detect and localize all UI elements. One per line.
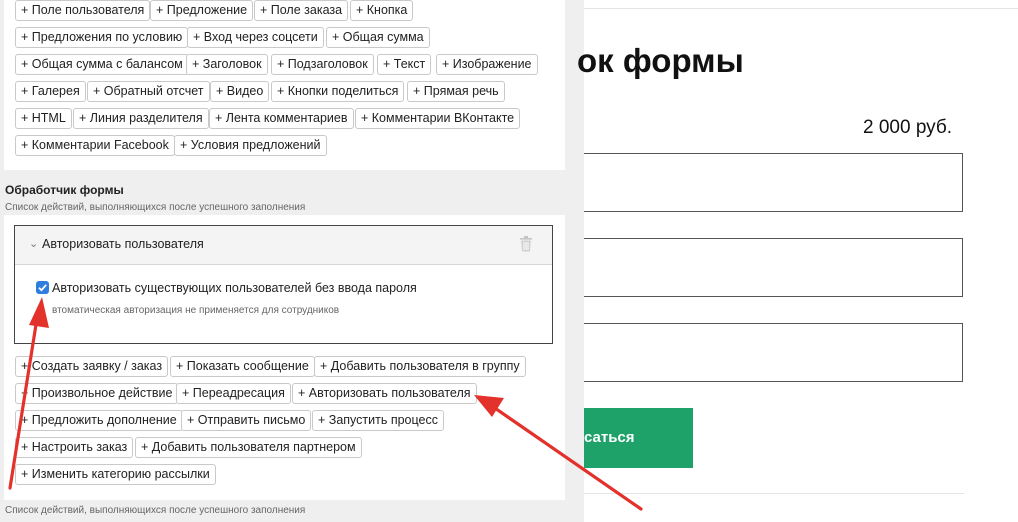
- form-preview-input-3[interactable]: [584, 323, 963, 382]
- form-handler-subtitle: Список действий, выполняющихся после усп…: [5, 202, 306, 213]
- add-social-login-button[interactable]: + Вход через соцсети: [187, 27, 324, 48]
- add-total-sum-button[interactable]: + Общая сумма: [326, 27, 430, 48]
- form-handler-title: Обработчик формы: [5, 183, 124, 197]
- preview-bottom-divider: [584, 493, 964, 494]
- add-html-button[interactable]: + HTML: [15, 108, 72, 129]
- add-offer-button[interactable]: + Предложение: [150, 0, 254, 21]
- form-preview-input-2[interactable]: [584, 238, 963, 297]
- add-send-email-action-button[interactable]: + Отправить письмо: [181, 410, 312, 431]
- add-offer-conditions-button[interactable]: + Условия предложений: [174, 135, 327, 156]
- add-text-button[interactable]: + Текст: [377, 54, 432, 75]
- form-preview-input-1[interactable]: [584, 153, 963, 212]
- add-show-message-action-button[interactable]: + Показать сообщение: [170, 356, 315, 377]
- add-start-process-action-button[interactable]: + Запустить процесс: [312, 410, 444, 431]
- add-gallery-button[interactable]: + Галерея: [15, 81, 86, 102]
- action-card-header[interactable]: ⌄ Авторизовать пользователя: [15, 226, 552, 265]
- action-card-title: Авторизовать пользователя: [42, 237, 204, 251]
- form-preview-submit-button[interactable]: саться: [584, 408, 693, 468]
- add-total-with-balance-button[interactable]: + Общая сумма с балансом: [15, 54, 189, 75]
- add-configure-order-action-button[interactable]: + Настроить заказ: [15, 437, 134, 458]
- trash-icon[interactable]: [519, 236, 533, 252]
- add-facebook-comments-button[interactable]: + Комментарии Facebook: [15, 135, 175, 156]
- add-subheading-button[interactable]: + Подзаголовок: [271, 54, 374, 75]
- checkmark-icon: [38, 284, 47, 292]
- add-share-buttons-button[interactable]: + Кнопки поделиться: [271, 81, 405, 102]
- add-quote-button[interactable]: + Прямая речь: [407, 81, 505, 102]
- authorize-without-password-checkbox[interactable]: [36, 281, 49, 294]
- add-partner-user-action-button[interactable]: + Добавить пользователя партнером: [135, 437, 362, 458]
- action-card-authorize: ⌄ Авторизовать пользователя Авторизовать…: [14, 225, 553, 344]
- add-heading-button[interactable]: + Заголовок: [186, 54, 268, 75]
- form-preview-price: 2 000 руб.: [863, 117, 953, 138]
- preview-top-divider: [584, 8, 1018, 9]
- add-user-field-button[interactable]: + Поле пользователя: [15, 0, 151, 21]
- form-editor-panel: + Поле пользователя + Предложение + Поле…: [0, 0, 584, 522]
- add-button-button[interactable]: + Кнопка: [350, 0, 414, 21]
- add-video-button[interactable]: + Видео: [210, 81, 270, 102]
- add-countdown-button[interactable]: + Обратный отсчет: [87, 81, 210, 102]
- form-preview-title: ок формы: [577, 42, 744, 79]
- add-user-to-group-action-button[interactable]: + Добавить пользователя в группу: [314, 356, 526, 377]
- add-comments-feed-button[interactable]: + Лента комментариев: [209, 108, 354, 129]
- actions-footer-subtitle: Список действий, выполняющихся после усп…: [5, 505, 306, 516]
- add-vk-comments-button[interactable]: + Комментарии ВКонтакте: [355, 108, 521, 129]
- add-change-mailing-category-action-button[interactable]: + Изменить категорию рассылки: [15, 464, 216, 485]
- checkbox-label[interactable]: Авторизовать существующих пользователей …: [52, 281, 417, 295]
- chevron-down-icon[interactable]: ⌄: [29, 237, 38, 250]
- add-image-button[interactable]: + Изображение: [436, 54, 538, 75]
- add-divider-button[interactable]: + Линия разделителя: [73, 108, 209, 129]
- add-redirect-action-button[interactable]: + Переадресация: [176, 383, 291, 404]
- add-create-order-action-button[interactable]: + Создать заявку / заказ: [15, 356, 169, 377]
- add-order-field-button[interactable]: + Поле заказа: [254, 0, 349, 21]
- checkbox-hint: втоматическая авторизация не применяется…: [52, 305, 340, 316]
- add-authorize-user-action-button[interactable]: + Авторизовать пользователя: [292, 383, 477, 404]
- add-conditional-offers-button[interactable]: + Предложения по условию: [15, 27, 189, 48]
- add-offer-upsell-action-button[interactable]: + Предложить дополнение: [15, 410, 183, 431]
- add-custom-action-button[interactable]: + Произвольное действие: [15, 383, 179, 404]
